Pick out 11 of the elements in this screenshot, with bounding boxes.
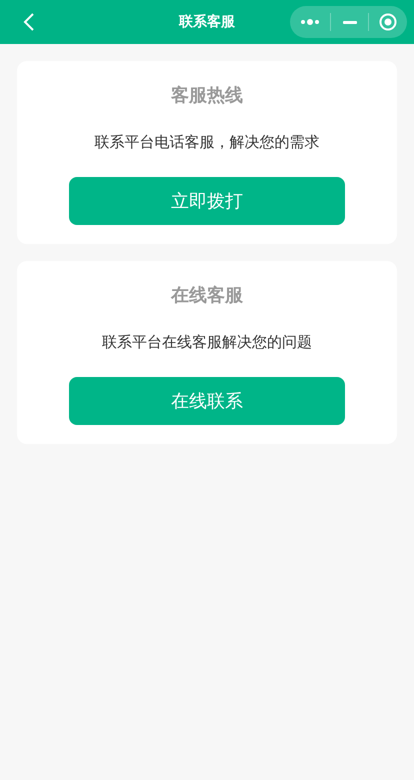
contact-button[interactable]: 立即拨打 (69, 177, 345, 225)
card-description: 联系平台在线客服解决您的问题 (102, 332, 312, 353)
target-icon (379, 13, 397, 31)
minimize-icon (342, 20, 356, 24)
card-description: 联系平台电话客服，解决您的需求 (94, 132, 320, 153)
more-icon (300, 19, 320, 25)
card-title: 客服热线 (171, 84, 243, 108)
page-title: 联系客服 (179, 12, 235, 32)
card-title: 在线客服 (171, 284, 243, 308)
back-icon (23, 12, 35, 32)
contact-button[interactable]: 在线联系 (69, 377, 345, 425)
